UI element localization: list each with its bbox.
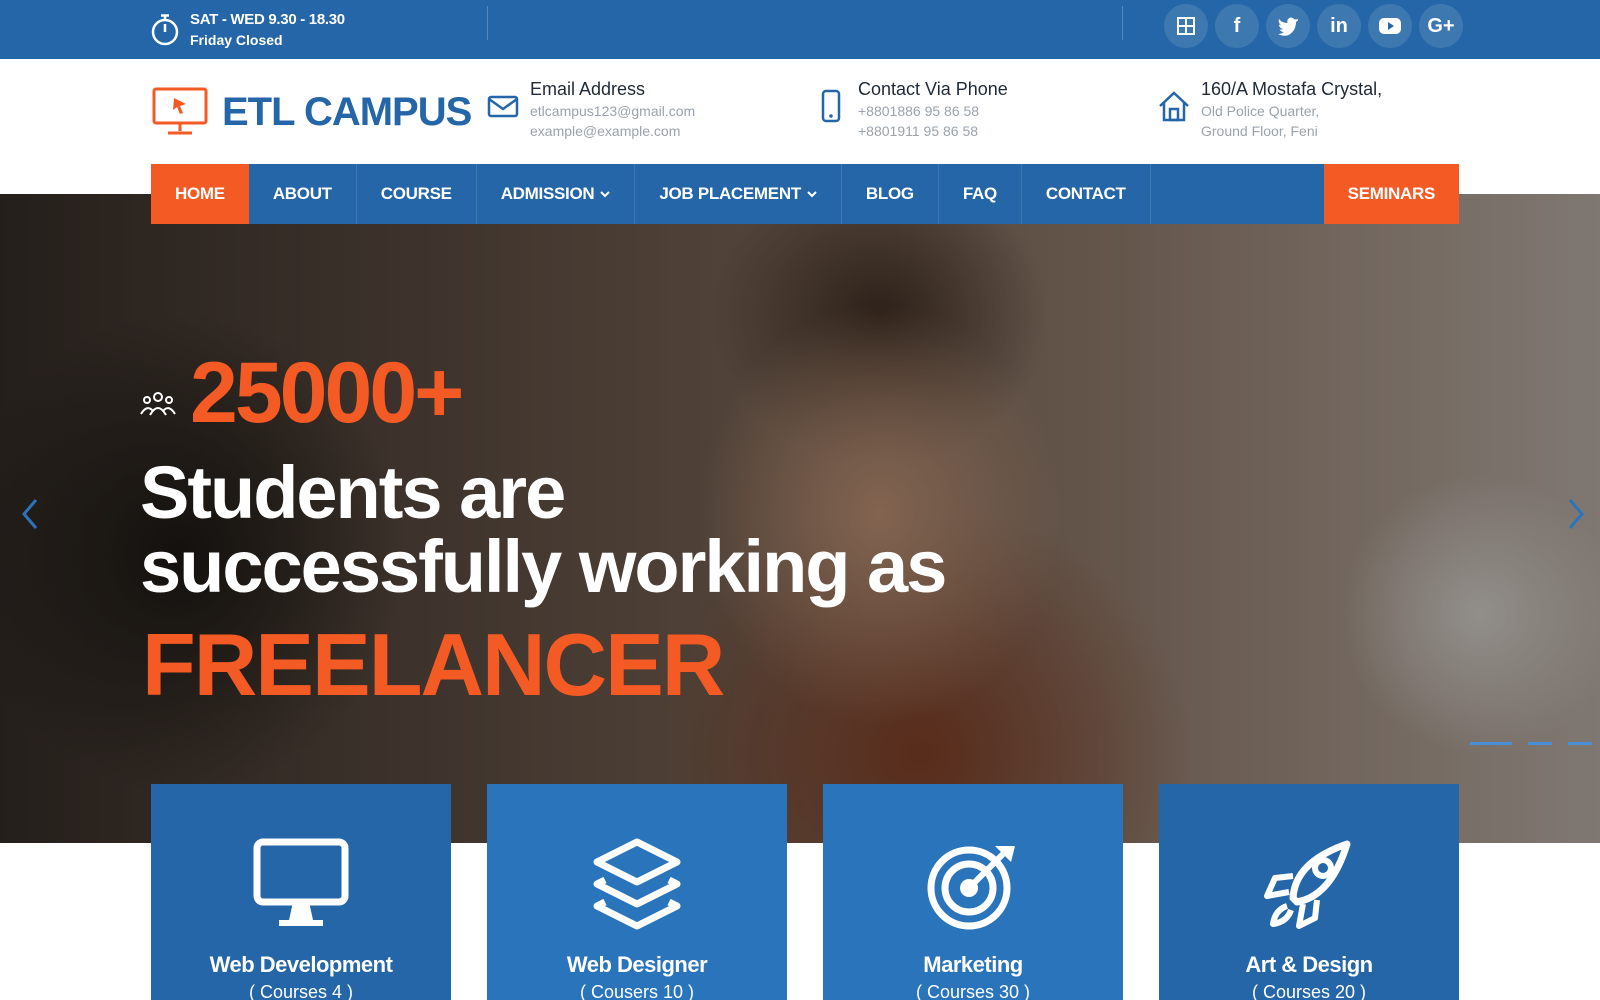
hero-headline: Students are successfully working as [140, 451, 947, 608]
slider-pagination [1470, 742, 1592, 745]
logo[interactable]: ETL CAMPUS [152, 87, 472, 137]
hero-accent-word: FREELANCER [142, 615, 725, 714]
course-card-web-development[interactable]: Web Development ( Courses 4 ) [151, 784, 451, 1000]
nav-item-about[interactable]: ABOUT [249, 164, 357, 224]
email-title: Email Address [530, 79, 646, 99]
closed-day-text: Friday Closed [190, 32, 283, 48]
topbar-divider [487, 6, 488, 40]
course-card-marketing[interactable]: Marketing ( Courses 30 ) [823, 784, 1123, 1000]
nav-item-label: ABOUT [272, 184, 332, 203]
nav-item-home[interactable]: HOME [151, 164, 249, 224]
course-card-title: Web Development [209, 952, 393, 977]
slider-next-arrow-icon[interactable] [1558, 494, 1594, 534]
google-plus-icon[interactable]: G+ [1419, 4, 1463, 48]
logo-text: ETL CAMPUS [222, 89, 472, 134]
layers-icon [587, 836, 687, 932]
rocket-icon [1259, 836, 1359, 932]
nav-item-course[interactable]: COURSE [357, 164, 477, 224]
course-card-art-design[interactable]: Art & Design ( Courses 20 ) [1159, 784, 1459, 1000]
slider-dot[interactable] [1470, 742, 1512, 745]
course-card-title: Web Designer [566, 952, 708, 977]
course-card-title: Art & Design [1245, 952, 1373, 977]
nav-item-label: FAQ [962, 184, 997, 203]
email-info: Email Address etlcampus123@gmail.com exa… [486, 77, 695, 141]
nav-item-admission[interactable]: ADMISSION [477, 164, 636, 224]
slider-prev-arrow-icon[interactable] [12, 494, 48, 534]
course-category-cards: Web Development ( Courses 4 ) Web Designer… [151, 784, 1459, 1000]
stopwatch-icon [151, 14, 179, 46]
slider-dot[interactable] [1568, 742, 1592, 745]
email-secondary[interactable]: example@example.com [530, 121, 695, 141]
address-line1: Old Police Quarter, [1201, 103, 1320, 119]
social-links: f in G+ [1164, 4, 1463, 48]
site-header: ETL CAMPUS Email Address etlcampus123@gm… [0, 59, 1600, 163]
hero-headline-line2: successfully working as [140, 525, 947, 608]
mobile-phone-icon [821, 89, 841, 123]
email-primary[interactable]: etlcampus123@gmail.com [530, 101, 695, 121]
address-info: 160/A Mostafa Crystal, Old Police Quarte… [1157, 77, 1382, 141]
chevron-down-icon [600, 187, 611, 201]
phone-info: Contact Via Phone +8801886 95 86 58 +880… [814, 77, 1008, 141]
student-count: 25000+ [140, 344, 464, 443]
phone-primary[interactable]: +8801886 95 86 58 [858, 101, 1008, 121]
nav-item-label: COURSE [380, 184, 452, 203]
facebook-icon[interactable]: f [1215, 4, 1259, 48]
course-card-web-designer[interactable]: Web Designer ( Cousers 10 ) [487, 784, 787, 1000]
youtube-icon[interactable] [1368, 4, 1412, 48]
nav-item-job-placement[interactable]: JOB PLACEMENT [635, 164, 842, 224]
nav-item-label: BLOG [865, 184, 914, 203]
grid-icon[interactable] [1164, 4, 1208, 48]
slider-dot[interactable] [1528, 742, 1552, 745]
address-line2: Ground Floor, Feni [1201, 123, 1318, 139]
nav-item-faq[interactable]: FAQ [939, 164, 1022, 224]
course-card-title: Marketing [923, 952, 1023, 977]
nav-item-label: ADMISSION [500, 184, 595, 203]
course-card-count: ( Courses 30 ) [915, 982, 1031, 1000]
top-bar: SAT - WED 9.30 - 18.30 Friday Closed f in… [0, 0, 1600, 59]
topbar-divider [1122, 6, 1123, 40]
monitor-icon [251, 836, 351, 932]
twitter-icon[interactable] [1266, 4, 1310, 48]
course-card-count: ( Courses 4 ) [248, 982, 354, 1000]
logo-monitor-icon [152, 87, 208, 135]
nav-item-label: HOME [175, 184, 225, 203]
phone-title: Contact Via Phone [858, 79, 1008, 99]
envelope-icon [487, 95, 519, 118]
nav-item-label: CONTACT [1045, 184, 1126, 203]
nav-item-contact[interactable]: CONTACT [1022, 164, 1151, 224]
nav-item-label: JOB PLACEMENT [659, 184, 801, 203]
course-card-count: ( Cousers 10 ) [579, 982, 695, 1000]
hours-text: SAT - WED 9.30 - 18.30 [190, 11, 345, 28]
opening-hours: SAT - WED 9.30 - 18.30 Friday Closed [150, 10, 345, 50]
address-title: 160/A Mostafa Crystal, [1201, 79, 1383, 99]
chevron-down-icon [807, 187, 817, 201]
students-group-icon [140, 391, 176, 416]
nav-seminars-button[interactable]: SEMINARS [1323, 164, 1459, 224]
student-count-number: 25000+ [190, 345, 464, 441]
main-navigation: HOME ABOUT COURSE ADMISSION JOB PLACEMENT BLO… [151, 164, 1459, 224]
hero-headline-line1: Students are [140, 451, 566, 534]
phone-secondary[interactable]: +8801911 95 86 58 [858, 121, 1008, 141]
home-icon [1159, 91, 1189, 122]
nav-item-blog[interactable]: BLOG [842, 164, 939, 224]
linkedin-icon[interactable]: in [1317, 4, 1361, 48]
target-icon [923, 836, 1023, 932]
hero-slider: 25000+ Students are successfully working… [0, 194, 1600, 843]
course-card-count: ( Courses 20 ) [1251, 982, 1367, 1000]
